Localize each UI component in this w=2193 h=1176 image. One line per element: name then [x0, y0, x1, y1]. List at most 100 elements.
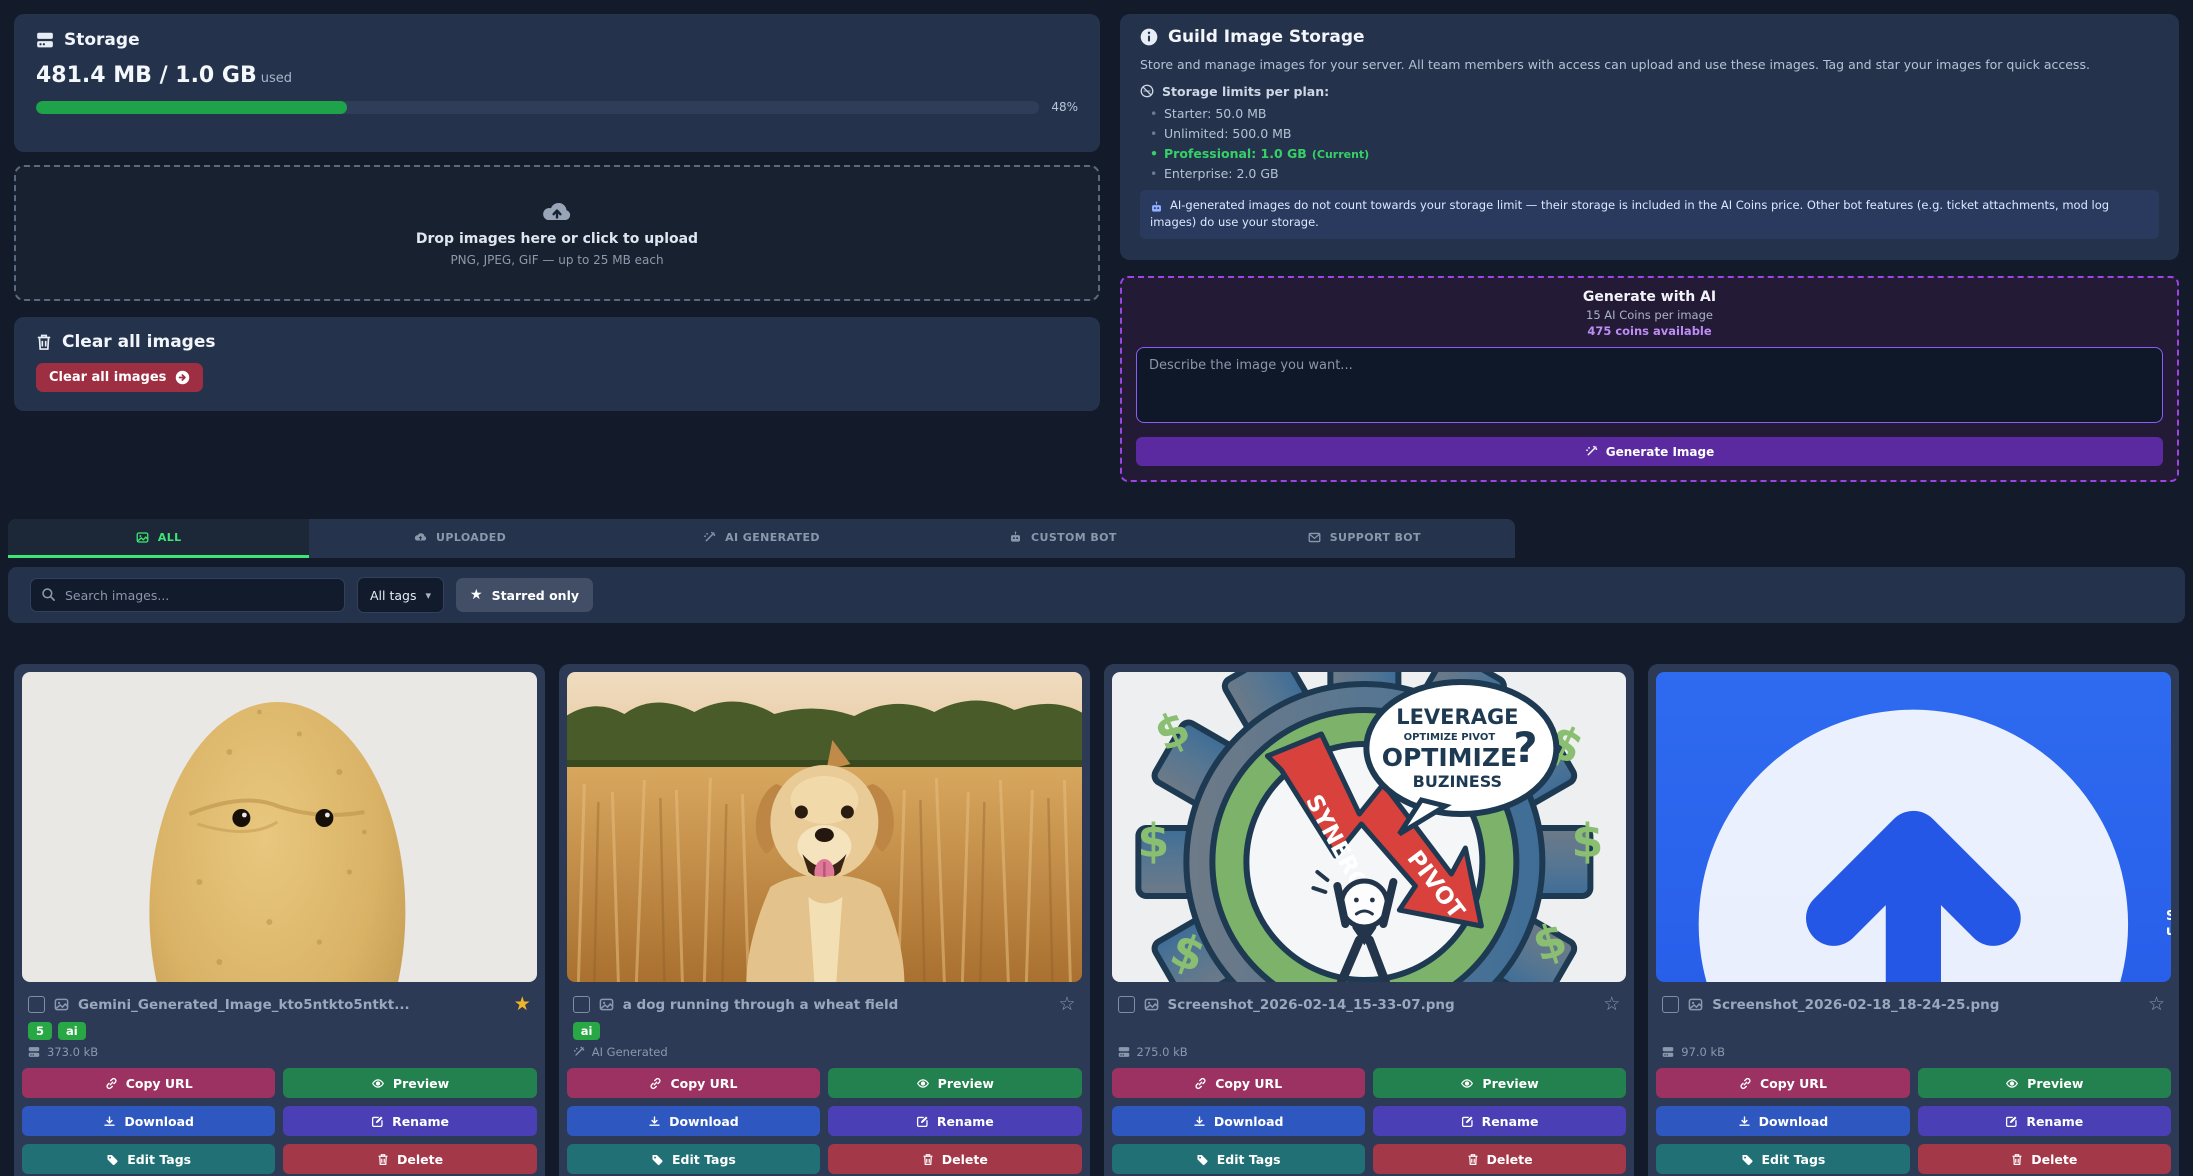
- file-name: a dog running through a wheat field: [623, 997, 1050, 1013]
- clear-all-button[interactable]: Clear all images: [36, 363, 203, 392]
- cloud-upload-icon: [541, 199, 573, 225]
- storage-usage: 481.4 MB / 1.0 GBused: [36, 63, 1078, 88]
- storage-progress-track: [36, 101, 1039, 114]
- image-thumbnail-potato[interactable]: [22, 672, 537, 982]
- edit-tags-button[interactable]: Edit Tags: [1656, 1144, 1909, 1174]
- upload-dropzone[interactable]: Drop images here or click to upload PNG,…: [14, 165, 1100, 301]
- star-toggle[interactable]: [1603, 995, 1620, 1014]
- arrow-up-circle-icon: [1668, 679, 2159, 982]
- delete-button[interactable]: Delete: [828, 1144, 1081, 1174]
- eye-icon: [2005, 1077, 2019, 1090]
- clear-all-title: Clear all images: [62, 332, 215, 352]
- copy-url-button[interactable]: Copy URL: [22, 1068, 275, 1098]
- dropzone-subtitle: PNG, JPEG, GIF — up to 25 MB each: [450, 253, 663, 267]
- image-card: Server upgraden schalte neue Funktionen …: [1648, 664, 2179, 1176]
- starred-only-toggle[interactable]: Starred only: [456, 578, 593, 612]
- guild-description: Store and manage images for your server.…: [1140, 56, 2159, 74]
- image-icon: [1144, 997, 1159, 1012]
- download-icon: [103, 1115, 116, 1128]
- robot-icon: [1009, 531, 1022, 544]
- mail-icon: [1308, 531, 1321, 544]
- star-toggle[interactable]: [2148, 995, 2165, 1014]
- download-icon: [1738, 1115, 1751, 1128]
- delete-button[interactable]: Delete: [283, 1144, 536, 1174]
- rename-button[interactable]: Rename: [1373, 1106, 1626, 1136]
- image-card: $ $ $ $ $ $ SYNERGY PIVOT LEVERAGE OPTIM…: [1104, 664, 1635, 1176]
- select-checkbox[interactable]: [1662, 996, 1679, 1013]
- preview-button[interactable]: Preview: [828, 1068, 1081, 1098]
- storage-icon: [1118, 1046, 1130, 1058]
- bubble-question-mark: ?: [1513, 723, 1537, 772]
- trash-icon: [377, 1153, 389, 1166]
- image-thumbnail-upgrade-dialog[interactable]: Server upgraden schalte neue Funktionen …: [1656, 672, 2171, 982]
- delete-button[interactable]: Delete: [1918, 1144, 2171, 1174]
- copy-url-button[interactable]: Copy URL: [1112, 1068, 1365, 1098]
- pencil-icon: [2005, 1115, 2018, 1128]
- tag-icon: [106, 1153, 119, 1166]
- download-button[interactable]: Download: [1656, 1106, 1909, 1136]
- delete-button[interactable]: Delete: [1373, 1144, 1626, 1174]
- bubble-line-3: OPTIMIZE: [1381, 743, 1516, 772]
- trash-icon: [1467, 1153, 1479, 1166]
- tab-all[interactable]: ALL: [8, 519, 309, 558]
- edit-tags-button[interactable]: Edit Tags: [22, 1144, 275, 1174]
- tag-icon: [1741, 1153, 1754, 1166]
- rename-button[interactable]: Rename: [828, 1106, 1081, 1136]
- clear-all-panel: Clear all images Clear all images: [14, 317, 1100, 411]
- select-checkbox[interactable]: [28, 996, 45, 1013]
- prompt-input[interactable]: [1136, 347, 2163, 423]
- tag-badge: 5: [28, 1022, 52, 1040]
- preview-button[interactable]: Preview: [1373, 1068, 1626, 1098]
- download-button[interactable]: Download: [1112, 1106, 1365, 1136]
- ai-generated-row: AI Generated: [567, 1043, 1082, 1068]
- tab-uploaded[interactable]: UPLOADED: [309, 519, 610, 558]
- eye-icon: [916, 1077, 930, 1090]
- bubble-line-4: BUZINESS: [1412, 772, 1501, 791]
- bubble-line-1: LEVERAGE: [1396, 705, 1518, 729]
- download-button[interactable]: Download: [22, 1106, 275, 1136]
- file-name: Screenshot_2026-02-14_15-33-07.png: [1168, 997, 1595, 1013]
- rename-button[interactable]: Rename: [1918, 1106, 2171, 1136]
- file-size-row: 373.0 kB: [22, 1043, 537, 1068]
- generate-title: Generate with AI: [1136, 289, 2163, 305]
- download-icon: [648, 1115, 661, 1128]
- star-toggle[interactable]: [514, 995, 531, 1014]
- select-checkbox[interactable]: [1118, 996, 1135, 1013]
- tab-support-bot[interactable]: SUPPORT BOT: [1214, 519, 1515, 558]
- copy-url-button[interactable]: Copy URL: [1656, 1068, 1909, 1098]
- trash-icon: [2011, 1153, 2023, 1166]
- current-plan-badge: (Current): [1312, 148, 1369, 161]
- tab-custom-bot[interactable]: CUSTOM BOT: [912, 519, 1213, 558]
- generate-ai-panel: Generate with AI 15 AI Coins per image 4…: [1120, 276, 2179, 482]
- tags-dropdown[interactable]: All tags: [357, 577, 444, 613]
- storage-icon: [36, 31, 54, 49]
- download-button[interactable]: Download: [567, 1106, 820, 1136]
- search-input[interactable]: [30, 578, 345, 612]
- guild-panel-title: Guild Image Storage: [1168, 27, 1365, 47]
- star-toggle[interactable]: [1058, 995, 1075, 1014]
- download-icon: [1193, 1115, 1206, 1128]
- storage-icon: [28, 1046, 40, 1058]
- generate-image-button[interactable]: Generate Image: [1136, 437, 2163, 466]
- upgrade-banner: Server upgraden schalte neue Funktionen …: [1656, 672, 2171, 982]
- rename-button[interactable]: Rename: [283, 1106, 536, 1136]
- generate-cost: 15 AI Coins per image: [1136, 308, 2163, 322]
- wand-icon: [1585, 445, 1598, 458]
- image-card: Gemini_Generated_Image_kto5ntkto5ntkt...…: [14, 664, 545, 1176]
- preview-button[interactable]: Preview: [1918, 1068, 2171, 1098]
- image-thumbnail-business-cartoon[interactable]: $ $ $ $ $ $ SYNERGY PIVOT LEVERAGE OPTIM…: [1112, 672, 1627, 982]
- image-thumbnail-dog[interactable]: [567, 672, 1082, 982]
- select-checkbox[interactable]: [573, 996, 590, 1013]
- edit-tags-button[interactable]: Edit Tags: [567, 1144, 820, 1174]
- storage-used-label: used: [261, 71, 292, 86]
- tag-row: [1656, 1014, 2171, 1043]
- robot-icon: [1150, 201, 1163, 214]
- storage-progress-fill: [36, 101, 347, 114]
- file-size-row: 97.0 kB: [1656, 1043, 2171, 1068]
- edit-tags-button[interactable]: Edit Tags: [1112, 1144, 1365, 1174]
- copy-url-button[interactable]: Copy URL: [567, 1068, 820, 1098]
- tab-ai-generated[interactable]: AI GENERATED: [611, 519, 912, 558]
- preview-button[interactable]: Preview: [283, 1068, 536, 1098]
- svg-text:$: $: [1571, 814, 1603, 868]
- bubble-line-2: OPTIMIZE PIVOT: [1403, 732, 1495, 743]
